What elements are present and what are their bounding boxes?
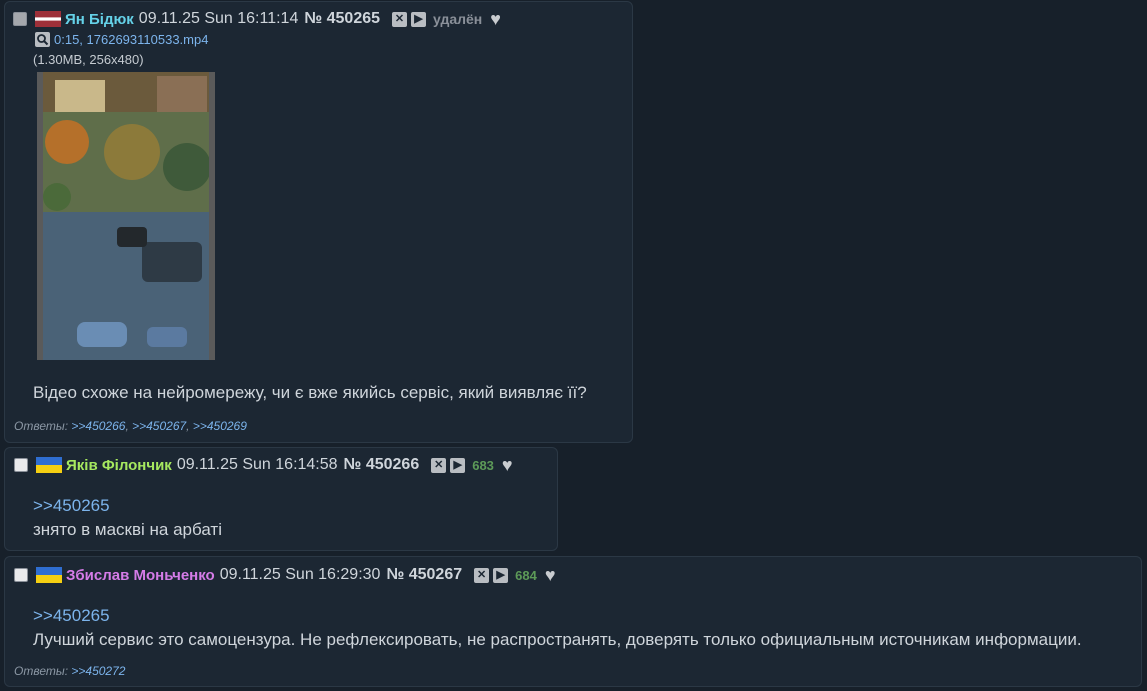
heart-icon[interactable]: ♥ (545, 566, 556, 584)
post-count: 683 (472, 457, 494, 473)
reply-quote-link[interactable]: >>450265 (33, 496, 110, 515)
hide-post-icon[interactable]: ✕ (474, 567, 490, 583)
replies-list: Ответы: >>450272 (14, 664, 125, 678)
play-icon[interactable]: ▶ (450, 457, 466, 473)
reply-link[interactable]: >>450267 (132, 419, 186, 433)
post-select-checkbox[interactable] (14, 458, 28, 472)
ukraine-flag-icon (36, 567, 62, 583)
latvia-flag-icon (35, 11, 61, 27)
post-text: знято в маскві на арбаті (33, 520, 222, 539)
video-thumbnail[interactable] (37, 72, 215, 360)
author-name[interactable]: Збислав Моньченко (66, 567, 215, 584)
post-450266: Яків Філончик 09.11.25 Sun 16:14:58 № 45… (4, 447, 558, 551)
reply-link[interactable]: >>450269 (193, 419, 247, 433)
post-number[interactable]: № 450265 (304, 10, 380, 28)
file-meta: (1.30MB, 256x480) (33, 52, 144, 67)
deleted-status: удалён (433, 11, 483, 27)
post-450267: Збислав Моньченко 09.11.25 Sun 16:29:30 … (4, 556, 1142, 687)
play-icon[interactable]: ▶ (493, 567, 509, 583)
reply-quote-link[interactable]: >>450265 (33, 606, 110, 625)
post-date: 09.11.25 Sun 16:29:30 (219, 566, 381, 583)
post-number[interactable]: № 450266 (344, 456, 420, 474)
post-date: 09.11.25 Sun 16:14:58 (176, 456, 338, 473)
heart-icon[interactable]: ♥ (502, 456, 513, 474)
author-name[interactable]: Яків Філончик (66, 457, 172, 474)
post-date: 09.11.25 Sun 16:11:14 (138, 10, 299, 27)
reply-link[interactable]: >>450266 (71, 419, 125, 433)
hide-post-icon[interactable]: ✕ (392, 11, 408, 27)
play-icon[interactable]: ▶ (411, 11, 427, 27)
post-select-checkbox[interactable] (14, 568, 28, 582)
post-number[interactable]: № 450267 (386, 566, 462, 584)
replies-list: Ответы: >>450266, >>450267, >>450269 (14, 419, 247, 433)
post-text: Лучший сервис это самоцензура. Не рефлек… (33, 630, 1082, 649)
post-count: 684 (515, 567, 537, 583)
post-select-checkbox[interactable] (13, 12, 27, 26)
replies-label: Ответы: (14, 419, 69, 433)
post-450265: Ян Бідюк 09.11.25 Sun 16:11:14 № 450265 … (4, 1, 633, 443)
heart-icon[interactable]: ♥ (490, 10, 501, 28)
replies-label: Ответы: (14, 664, 69, 678)
author-name[interactable]: Ян Бідюк (65, 11, 134, 28)
post-text: Відео схоже на нейромережу, чи є вже яки… (33, 383, 587, 402)
file-link[interactable]: 0:15, 1762693110533.mp4 (54, 32, 208, 47)
hide-post-icon[interactable]: ✕ (431, 457, 447, 473)
ukraine-flag-icon (36, 457, 62, 473)
magnifier-icon[interactable] (35, 32, 50, 47)
reply-link[interactable]: >>450272 (71, 664, 125, 678)
